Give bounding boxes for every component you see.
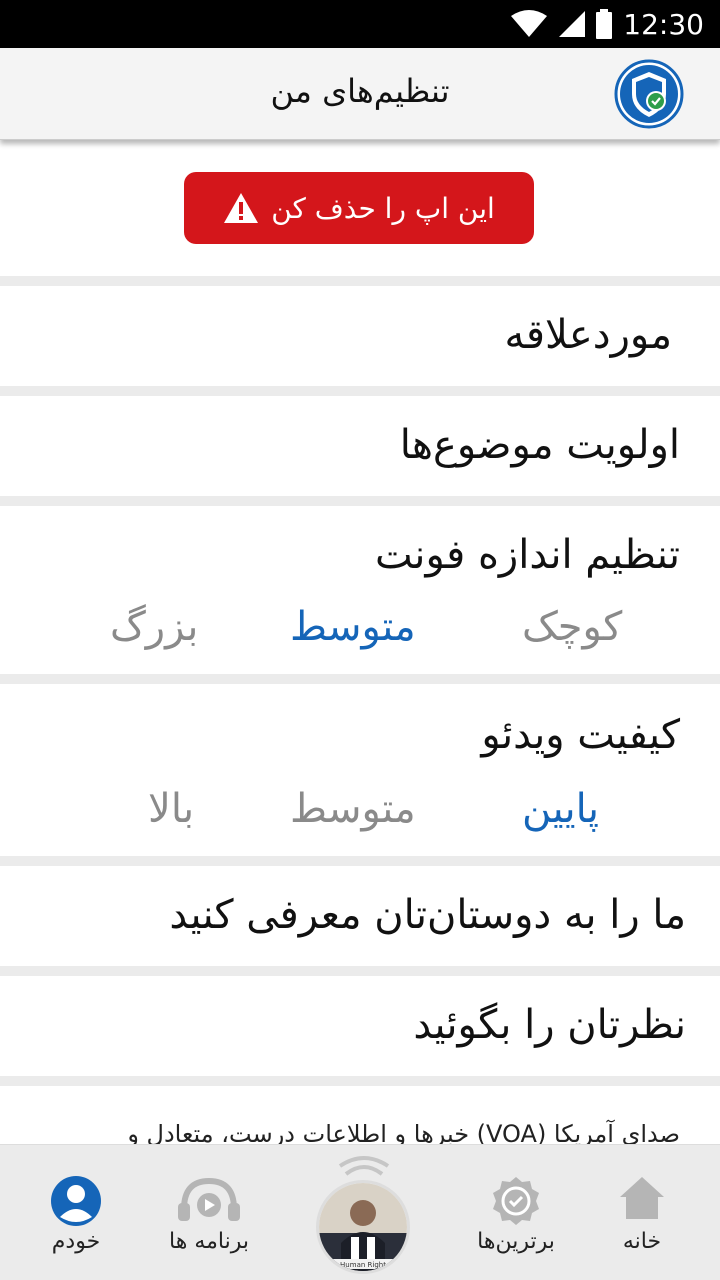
thumb-caption: Human Right (340, 1261, 386, 1269)
divider (0, 386, 720, 396)
cell-signal-icon (559, 11, 585, 37)
divider (0, 496, 720, 506)
badge-check-icon (493, 1177, 539, 1225)
nav-top[interactable]: برترین‌ها (466, 1145, 566, 1280)
page-title: تنظیم‌های من (270, 72, 450, 110)
share-app-item[interactable]: ما را به دوستان‌تان معرفی کنید (169, 892, 686, 938)
font-size-large-option[interactable]: بزرگ (110, 604, 198, 650)
wifi-icon (511, 10, 547, 37)
home-icon (620, 1177, 664, 1219)
audio-player-button[interactable]: Human Right (316, 1156, 410, 1274)
nav-home[interactable]: خانه (592, 1145, 692, 1280)
nav-profile-label: خودم (51, 1229, 101, 1254)
divider (0, 1076, 720, 1086)
font-size-title: تنظیم اندازه فونت (375, 532, 680, 578)
status-time: 12:30 (623, 8, 704, 41)
person-icon (51, 1176, 101, 1226)
nav-home-label: خانه (622, 1229, 662, 1254)
warning-icon (224, 193, 259, 223)
feedback-item[interactable]: نظرتان را بگوئید (413, 1002, 686, 1048)
divider (0, 966, 720, 976)
nav-top-label: برترین‌ها (477, 1229, 555, 1254)
app-bar: تنظیم‌های من (0, 48, 720, 140)
headphones-play-icon (178, 1177, 240, 1221)
video-quality-medium-option[interactable]: متوسط (290, 786, 416, 832)
delete-app-label: این اپ را حذف کن (271, 191, 495, 225)
nav-programs-label: برنامه ها (169, 1229, 249, 1254)
headphones-waves-icon (338, 1156, 390, 1176)
nav-programs[interactable]: برنامه ها (154, 1145, 264, 1280)
settings-content[interactable]: این اپ را حذف کن موردعلاقه اولویت موضوع‌… (0, 140, 720, 1144)
shield-check-icon[interactable] (614, 59, 684, 129)
divider (0, 276, 720, 286)
topic-priority-item[interactable]: اولویت موضوع‌ها (400, 422, 680, 468)
about-text: صدای آمریکا (VOA) خبرها و اطلاعات درست، … (127, 1120, 680, 1144)
status-bar: 12:30 (0, 0, 720, 48)
divider (0, 856, 720, 866)
favorites-item[interactable]: موردعلاقه (504, 312, 672, 358)
video-quality-high-option[interactable]: بالا (148, 786, 194, 832)
nav-profile[interactable]: خودم (26, 1145, 126, 1280)
font-size-small-option[interactable]: کوچک (522, 604, 622, 650)
delete-app-button[interactable]: این اپ را حذف کن (184, 172, 534, 244)
player-thumbnail: Human Right (316, 1180, 410, 1274)
thumbnail-image: Human Right (319, 1183, 407, 1271)
battery-icon (596, 9, 612, 39)
video-quality-low-option[interactable]: پایین (522, 786, 599, 832)
video-quality-title: کیفیت ویدئو (481, 712, 680, 758)
delete-section: این اپ را حذف کن (0, 140, 720, 276)
font-size-medium-option[interactable]: متوسط (290, 604, 416, 650)
divider (0, 674, 720, 684)
status-icons (510, 9, 612, 39)
